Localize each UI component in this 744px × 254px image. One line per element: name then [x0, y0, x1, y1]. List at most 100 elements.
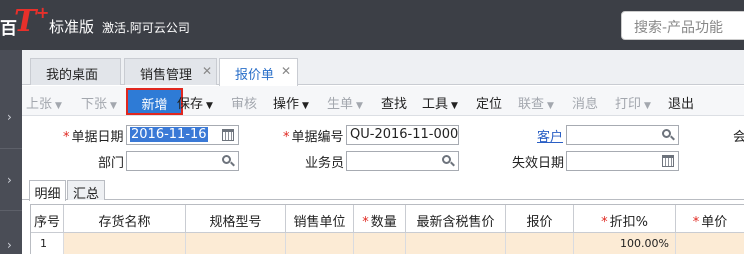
chevron-right-icon[interactable]: › [7, 110, 12, 124]
calendar-icon[interactable] [222, 129, 234, 141]
caret-down-icon: ▼ [55, 101, 62, 111]
logo-plus: + [36, 3, 50, 22]
date-field[interactable]: 2016-11-16 [126, 125, 239, 145]
detail-tabs: 明细 汇总 [22, 179, 744, 202]
chevron-right-icon[interactable]: › [7, 173, 12, 187]
caret-down-icon: ▼ [547, 101, 554, 111]
column-header[interactable]: 销售单位 [286, 205, 354, 233]
message-button[interactable]: 消息 [572, 93, 598, 112]
next-button[interactable]: 下张 ▼ [81, 93, 117, 112]
tab-sales-management[interactable]: 销售管理 ✕ [124, 58, 217, 85]
search-icon[interactable] [222, 155, 235, 167]
date-label-text: 单据日期 [71, 130, 124, 145]
locate-button[interactable]: 定位 [476, 93, 502, 112]
tab-bar: 我的桌面 销售管理 ✕ 报价单 ✕ [22, 50, 744, 86]
table-cell[interactable] [64, 233, 186, 254]
table-cell[interactable] [506, 233, 574, 254]
review-button[interactable]: 审核 [231, 93, 257, 112]
required-mark: * [283, 130, 290, 145]
customer-field[interactable] [566, 125, 679, 145]
chevron-right-icon[interactable]: › [7, 238, 12, 252]
top-bar: 百 T + 标准版 激活.阿可云公司 搜索-产品功能 [0, 0, 744, 50]
required-mark: * [692, 215, 700, 230]
column-label: 规格型号 [209, 215, 262, 230]
column-label: 最新含税售价 [416, 215, 495, 230]
prev-label: 上张 [26, 97, 53, 112]
column-label: 数量 [370, 215, 397, 230]
column-header[interactable]: * 折扣% [574, 205, 676, 233]
operate-label: 操作 [273, 97, 300, 112]
nav-divider [0, 148, 22, 149]
tab-quotation[interactable]: 报价单 ✕ [219, 58, 298, 86]
search-icon[interactable] [442, 155, 455, 167]
close-icon[interactable]: ✕ [202, 64, 212, 78]
linked-label: 联查 [518, 97, 545, 112]
tab-label: 报价单 [235, 68, 275, 83]
tab-detail[interactable]: 明细 [29, 180, 66, 202]
dept-label: 部门 [98, 156, 125, 171]
column-header[interactable]: 序号 [31, 205, 64, 233]
search-input[interactable]: 搜索-产品功能 [621, 11, 744, 40]
caret-down-icon: ▼ [356, 101, 363, 111]
tab-my-desktop[interactable]: 我的桌面 [30, 58, 121, 85]
table-cell[interactable] [286, 233, 354, 254]
search-icon[interactable] [662, 129, 675, 141]
caret-down-icon: ▼ [644, 101, 651, 111]
new-button[interactable]: 新增 [126, 88, 183, 115]
column-header[interactable]: 最新含税售价 [406, 205, 506, 233]
logo-t: T [14, 4, 36, 39]
column-header[interactable]: 存货名称 [64, 205, 186, 233]
salesperson-label: 业务员 [305, 156, 345, 171]
date-value: 2016-11-16 [130, 127, 208, 142]
truncated-label: 会 [733, 130, 744, 145]
column-label: 报价 [526, 215, 553, 230]
table-cell[interactable] [186, 233, 286, 254]
column-header[interactable]: 报价 [506, 205, 574, 233]
voucher-number-field[interactable]: QU-2016-11-0001 [346, 125, 459, 145]
expiry-label: 失效日期 [512, 156, 565, 171]
linked-query-button[interactable]: 联查 ▼ [518, 93, 554, 112]
caret-down-icon: ▼ [451, 101, 458, 111]
dept-field[interactable] [126, 151, 239, 171]
row-number-cell: 1 [31, 233, 64, 254]
save-button[interactable]: 保存 ▼ [177, 93, 213, 112]
column-header[interactable]: 规格型号 [186, 205, 286, 233]
tab-summary[interactable]: 汇总 [67, 180, 105, 202]
generate-button[interactable]: 生单 ▼ [327, 93, 363, 112]
required-mark: * [63, 130, 70, 145]
prev-button[interactable]: 上张 ▼ [26, 93, 62, 112]
close-icon[interactable]: ✕ [281, 64, 291, 78]
print-button[interactable]: 打印 ▼ [615, 93, 651, 112]
activation-label[interactable]: 激活.阿可云公司 [102, 19, 190, 36]
required-mark: * [601, 215, 608, 230]
nav-divider [0, 210, 22, 211]
column-header[interactable]: * 单价 [676, 205, 744, 233]
discount-cell[interactable]: 100.00% [574, 233, 676, 254]
table-cell[interactable] [676, 233, 744, 254]
calendar-icon[interactable] [662, 155, 674, 167]
required-mark: * [362, 215, 369, 230]
table-cell[interactable] [354, 233, 406, 254]
generate-label: 生单 [327, 97, 354, 112]
edition-label: 标准版 [49, 18, 95, 36]
expiry-date-field[interactable] [566, 151, 679, 171]
exit-button[interactable]: 退出 [668, 93, 694, 112]
caret-down-icon: ▼ [206, 101, 213, 111]
column-header[interactable]: * 数量 [354, 205, 406, 233]
operate-button[interactable]: 操作 ▼ [273, 93, 309, 112]
date-label: * 单据日期 [63, 126, 124, 145]
table-cell[interactable] [406, 233, 506, 254]
number-label-text: 单据编号 [291, 130, 344, 145]
column-label: 折扣% [609, 215, 648, 230]
column-label: 单价 [701, 215, 728, 230]
tools-button[interactable]: 工具 ▼ [422, 93, 458, 112]
voucher-header-form: * 单据日期 2016-11-16 * 单据编号 QU-2016-11-0001 客… [22, 117, 744, 179]
save-label: 保存 [177, 97, 204, 112]
caret-down-icon: ▼ [302, 101, 309, 111]
find-button[interactable]: 查找 [381, 93, 407, 112]
tools-label: 工具 [422, 97, 449, 112]
salesperson-field[interactable] [346, 151, 459, 171]
tab-label: 销售管理 [140, 68, 193, 83]
next-label: 下张 [81, 97, 108, 112]
customer-link[interactable]: 客户 [537, 126, 563, 145]
